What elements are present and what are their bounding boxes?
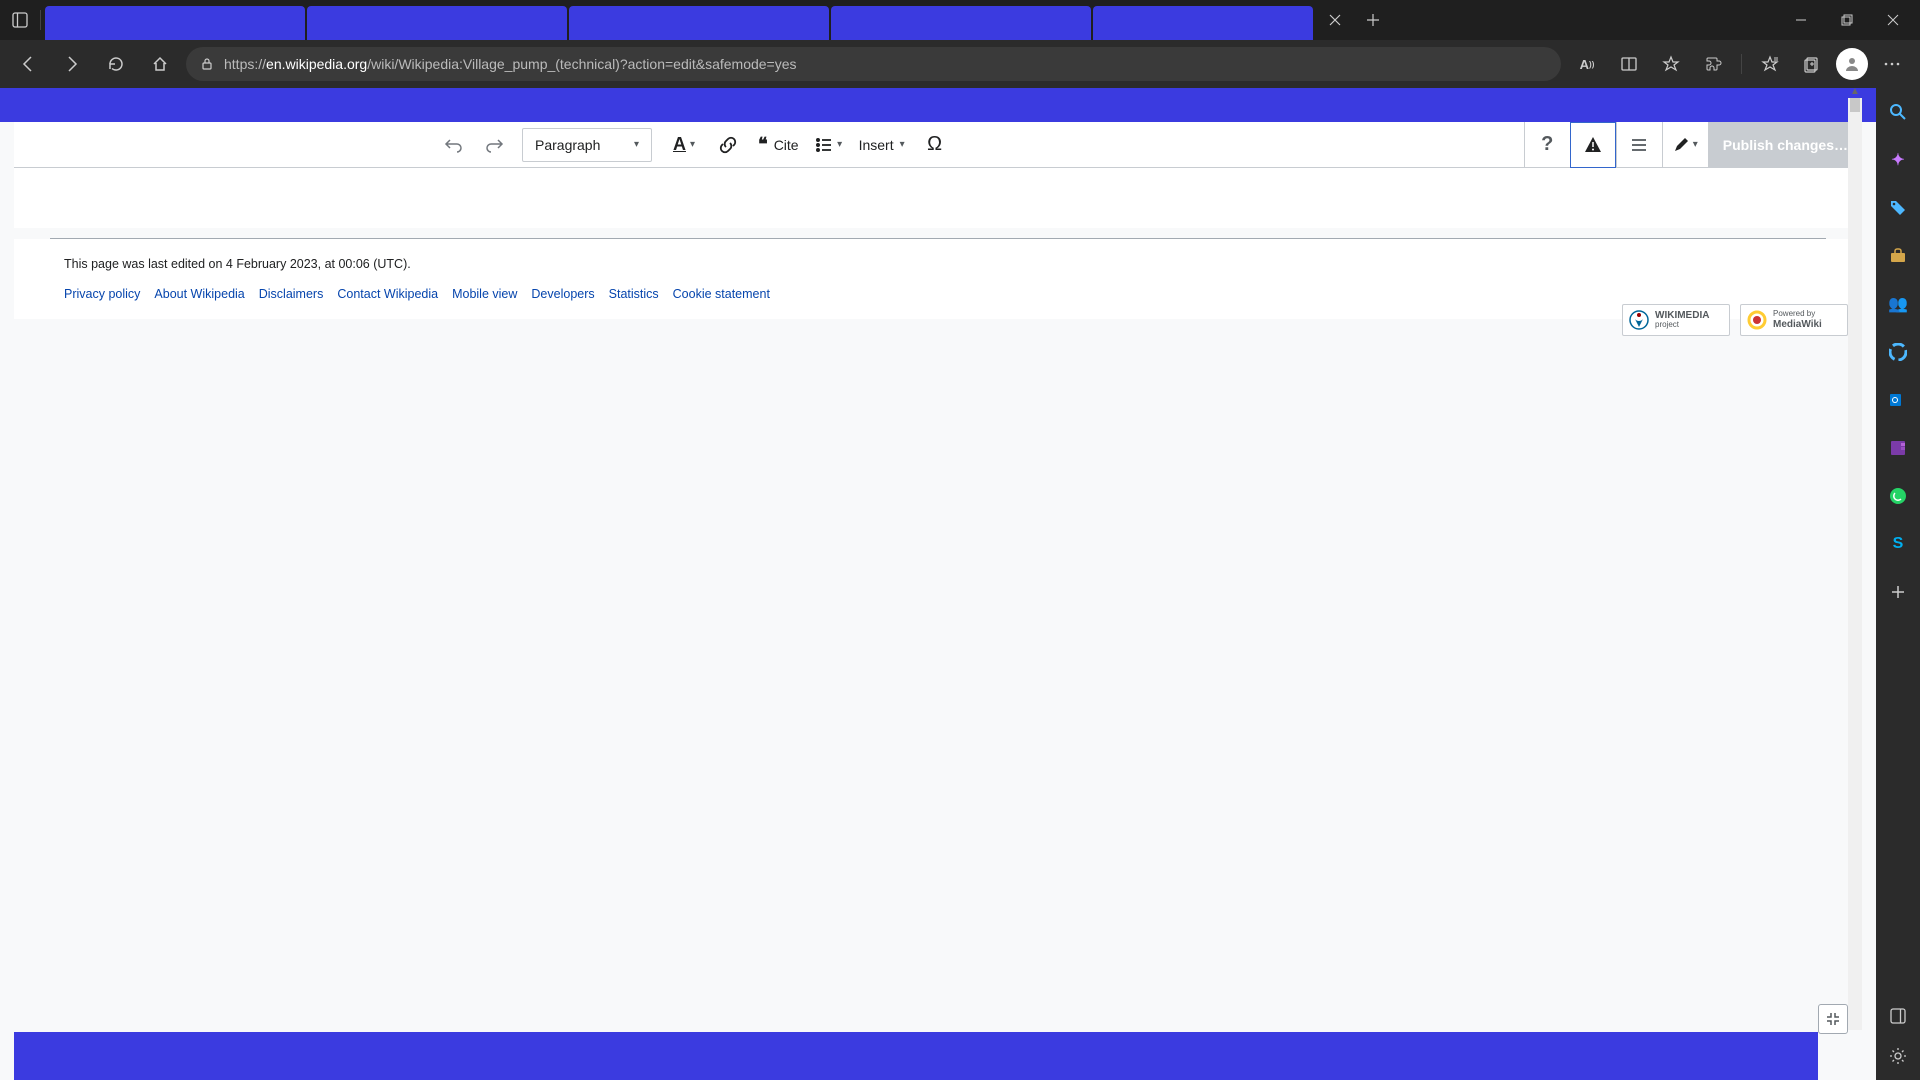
chevron-down-icon: ▾ (837, 139, 842, 150)
link-button[interactable] (708, 122, 748, 168)
wikimedia-icon (1629, 310, 1649, 330)
badge-text: MediaWiki (1773, 319, 1822, 330)
minimize-button[interactable] (1778, 0, 1824, 40)
games-sidebar-icon[interactable]: 👥 (1884, 290, 1912, 318)
footer-link-disclaimers[interactable]: Disclaimers (259, 287, 324, 301)
notices-button[interactable] (1570, 122, 1616, 168)
lock-icon (200, 57, 214, 71)
chevron-down-icon: ▾ (690, 139, 695, 150)
tools-sidebar-icon[interactable] (1884, 242, 1912, 270)
outlook-sidebar-icon[interactable] (1884, 386, 1912, 414)
favorites-button[interactable] (1752, 46, 1788, 82)
tab-strip (45, 6, 1315, 40)
browser-viewport: Paragraph▾ A▾ ❝Cite ▾ Insert▾ Ω ? ▾ Publ… (0, 88, 1920, 1080)
chevron-down-icon: ▾ (900, 139, 905, 150)
special-char-button[interactable]: Ω (915, 122, 955, 168)
search-sidebar-icon[interactable] (1884, 98, 1912, 126)
mediawiki-badge[interactable]: Powered byMediaWiki (1740, 304, 1848, 336)
add-sidebar-icon[interactable] (1884, 578, 1912, 606)
copilot-sidebar-icon[interactable]: ✦ (1884, 146, 1912, 174)
footer-link-statistics[interactable]: Statistics (609, 287, 659, 301)
new-tab-button[interactable] (1357, 4, 1389, 36)
chevron-down-icon: ▾ (1693, 139, 1698, 150)
settings-sidebar-icon[interactable] (1884, 1042, 1912, 1070)
onenote-sidebar-icon[interactable] (1884, 434, 1912, 462)
menu-button[interactable] (1874, 46, 1910, 82)
page-bluebar-bottom (14, 1032, 1818, 1080)
home-button[interactable] (142, 46, 178, 82)
whatsapp-sidebar-icon[interactable] (1884, 482, 1912, 510)
footer-badges: WIKIMEDIAproject Powered byMediaWiki (1622, 304, 1848, 336)
browser-tab[interactable] (1093, 6, 1313, 40)
shopping-sidebar-icon[interactable] (1884, 194, 1912, 222)
separator (1741, 54, 1742, 74)
footer-link-contact[interactable]: Contact Wikipedia (337, 287, 438, 301)
publish-button[interactable]: Publish changes… (1708, 122, 1862, 168)
profile-button[interactable] (1836, 48, 1868, 80)
collections-button[interactable] (1794, 46, 1830, 82)
address-bar: https://en.wikipedia.org/wiki/Wikipedia:… (0, 40, 1920, 88)
mediawiki-icon (1747, 310, 1767, 330)
forward-button[interactable] (54, 46, 90, 82)
help-button[interactable]: ? (1524, 122, 1570, 168)
switch-editor-dropdown[interactable]: ▾ (1662, 122, 1708, 168)
text-style-dropdown[interactable]: A▾ (660, 122, 708, 168)
editor-body[interactable] (14, 168, 1862, 228)
footer-link-privacy[interactable]: Privacy policy (64, 287, 140, 301)
list-dropdown[interactable]: ▾ (809, 122, 849, 168)
badge-text: Powered by (1773, 310, 1822, 319)
cite-button[interactable]: ❝Cite (748, 122, 809, 168)
immersive-reader-button[interactable] (1611, 46, 1647, 82)
read-aloud-button[interactable]: A)) (1569, 46, 1605, 82)
footer-link-about[interactable]: About Wikipedia (154, 287, 244, 301)
titlebar (0, 0, 1920, 40)
page-options-button[interactable] (1616, 122, 1662, 168)
vertical-scrollbar[interactable]: ▲ (1848, 98, 1862, 1030)
page-bluebar-top (0, 88, 1876, 122)
undo-button[interactable] (434, 122, 474, 168)
skype-sidebar-icon[interactable]: S (1884, 530, 1912, 558)
restore-button[interactable] (1824, 0, 1870, 40)
exit-fullscreen-button[interactable] (1818, 1004, 1848, 1034)
paragraph-format-dropdown[interactable]: Paragraph▾ (522, 128, 652, 162)
last-edited-text: This page was last edited on 4 February … (14, 239, 1862, 281)
redo-button[interactable] (474, 122, 514, 168)
close-tab-button[interactable] (1321, 6, 1349, 34)
url-input[interactable]: https://en.wikipedia.org/wiki/Wikipedia:… (186, 47, 1561, 81)
chevron-down-icon: ▾ (634, 139, 639, 150)
footer-link-developers[interactable]: Developers (531, 287, 594, 301)
insert-dropdown[interactable]: Insert▾ (849, 122, 915, 168)
footer-link-mobile[interactable]: Mobile view (452, 287, 517, 301)
browser-tab[interactable] (45, 6, 305, 40)
badge-text: project (1655, 321, 1709, 330)
scrollbar-thumb[interactable] (1850, 98, 1860, 112)
office-sidebar-icon[interactable] (1884, 338, 1912, 366)
collapse-sidebar-icon[interactable] (1884, 1002, 1912, 1030)
browser-tab[interactable] (307, 6, 567, 40)
footer-link-cookie[interactable]: Cookie statement (673, 287, 770, 301)
url-text: https://en.wikipedia.org/wiki/Wikipedia:… (224, 56, 797, 72)
browser-sidebar: ✦ 👥 S (1876, 88, 1920, 1080)
separator (40, 10, 41, 30)
browser-tab[interactable] (831, 6, 1091, 40)
page-empty-area (14, 319, 1862, 859)
wikimedia-badge[interactable]: WIKIMEDIAproject (1622, 304, 1730, 336)
editor-container: Paragraph▾ A▾ ❝Cite ▾ Insert▾ Ω ? ▾ Publ… (14, 122, 1862, 228)
close-window-button[interactable] (1870, 0, 1916, 40)
extensions-button[interactable] (1695, 46, 1731, 82)
editor-toolbar: Paragraph▾ A▾ ❝Cite ▾ Insert▾ Ω ? ▾ Publ… (14, 122, 1862, 168)
back-button[interactable] (10, 46, 46, 82)
scroll-up-arrow[interactable]: ▲ (1850, 88, 1860, 97)
refresh-button[interactable] (98, 46, 134, 82)
favorites-star-button[interactable] (1653, 46, 1689, 82)
footer-links: Privacy policy About Wikipedia Disclaime… (14, 281, 1862, 319)
tab-actions-button[interactable] (4, 4, 36, 36)
window-controls (1778, 0, 1916, 40)
browser-tab-active[interactable] (569, 6, 829, 40)
